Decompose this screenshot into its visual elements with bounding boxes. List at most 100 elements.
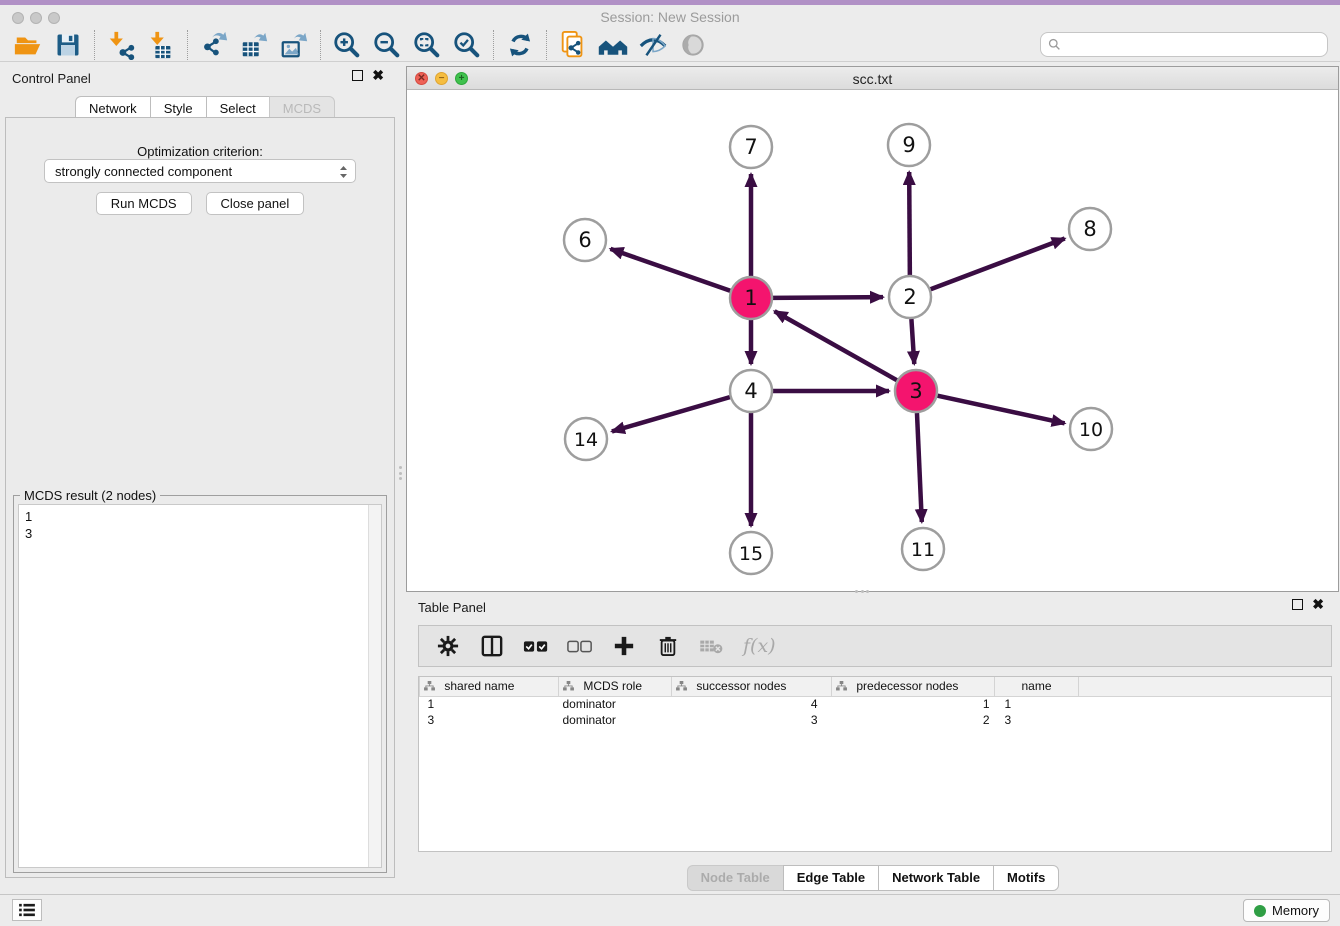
network-window-titlebar[interactable]: ✕ − + scc.txt bbox=[407, 67, 1338, 90]
table-cell[interactable]: 2 bbox=[832, 712, 995, 728]
network-view-window: ✕ − + scc.txt 7968124314101511 bbox=[406, 66, 1339, 592]
clone-network-button[interactable] bbox=[553, 30, 593, 60]
close-panel-icon[interactable]: ✖ bbox=[372, 70, 384, 81]
zoom-in-button[interactable] bbox=[327, 30, 367, 60]
tab-node-table[interactable]: Node Table bbox=[687, 865, 783, 891]
graph-node-label-10: 10 bbox=[1079, 419, 1103, 441]
gear-icon bbox=[437, 635, 459, 657]
tab-network-table[interactable]: Network Table bbox=[878, 865, 993, 891]
table-cell[interactable]: 1 bbox=[420, 696, 559, 712]
home-button[interactable] bbox=[593, 30, 633, 60]
table-panel-title: Table Panel bbox=[418, 600, 486, 615]
table-cell[interactable]: dominator bbox=[559, 712, 672, 728]
column-header-name[interactable]: name bbox=[995, 677, 1079, 696]
split-view-button[interactable] bbox=[479, 633, 505, 659]
delete-table-button[interactable] bbox=[699, 633, 725, 659]
import-table-icon bbox=[146, 30, 176, 60]
toolbar-separator bbox=[320, 30, 321, 60]
table-cell[interactable]: 3 bbox=[420, 712, 559, 728]
close-panel-button[interactable]: Close panel bbox=[206, 192, 305, 215]
result-scrollbar[interactable] bbox=[368, 505, 381, 867]
add-column-button[interactable] bbox=[611, 633, 637, 659]
appearance-button[interactable] bbox=[673, 30, 713, 60]
graph-edge-2-3[interactable] bbox=[911, 319, 914, 364]
sphere-icon bbox=[679, 31, 707, 59]
table-row-1[interactable]: 3dominator323 bbox=[420, 712, 1333, 728]
column-header-mcds-role[interactable]: MCDS role bbox=[559, 677, 672, 696]
deselect-all-icon bbox=[567, 638, 593, 654]
import-network-button[interactable] bbox=[101, 30, 141, 60]
zoom-fit-button[interactable] bbox=[407, 30, 447, 60]
column-header-successor-nodes[interactable]: successor nodes bbox=[672, 677, 832, 696]
export-table-button[interactable] bbox=[234, 30, 274, 60]
column-header-predecessor-nodes[interactable]: predecessor nodes bbox=[832, 677, 995, 696]
import-network-icon bbox=[106, 30, 136, 60]
graph-node-label-11: 11 bbox=[911, 539, 935, 561]
table-cell[interactable]: dominator bbox=[559, 696, 672, 712]
search-input[interactable] bbox=[1066, 37, 1327, 52]
close-table-panel-icon[interactable]: ✖ bbox=[1312, 599, 1324, 610]
graph-edge-4-14[interactable] bbox=[612, 397, 730, 431]
list-icon bbox=[18, 903, 36, 917]
import-table-button[interactable] bbox=[141, 30, 181, 60]
graph-edge-2-9[interactable] bbox=[909, 172, 910, 275]
deselect-all-button[interactable] bbox=[567, 633, 593, 659]
node-table[interactable]: shared name MCDS role successor nodes pr… bbox=[418, 676, 1332, 852]
delete-button[interactable] bbox=[655, 633, 681, 659]
task-history-button[interactable] bbox=[12, 899, 42, 921]
table-toolbar: f(x) bbox=[418, 625, 1332, 667]
toolbar-separator bbox=[187, 30, 188, 60]
table-panel-tabs: Node Table Edge Table Network Table Moti… bbox=[406, 865, 1340, 891]
open-session-button[interactable] bbox=[8, 30, 48, 60]
export-network-button[interactable] bbox=[194, 30, 234, 60]
node-table-body: 1dominator4113dominator323 bbox=[420, 696, 1333, 728]
tab-motifs[interactable]: Motifs bbox=[993, 865, 1059, 891]
clone-network-icon bbox=[558, 30, 588, 60]
mcds-result-box[interactable]: 1 3 bbox=[18, 504, 382, 868]
select-all-button[interactable] bbox=[523, 633, 549, 659]
graph-edge-1-6[interactable] bbox=[610, 249, 730, 291]
criterion-dropdown[interactable]: strongly connected component bbox=[44, 159, 356, 183]
memory-button[interactable]: Memory bbox=[1243, 899, 1330, 922]
graph-edge-2-8[interactable] bbox=[931, 239, 1065, 290]
graph-edge-3-10[interactable] bbox=[937, 396, 1064, 424]
table-cell[interactable]: 4 bbox=[672, 696, 832, 712]
zoom-out-icon bbox=[372, 30, 402, 60]
table-settings-button[interactable] bbox=[435, 633, 461, 659]
export-table-icon bbox=[239, 30, 269, 60]
criterion-value: strongly connected component bbox=[55, 164, 232, 179]
graph-node-label-8: 8 bbox=[1083, 217, 1096, 241]
graph-edge-1-2[interactable] bbox=[773, 297, 883, 298]
function-builder-button[interactable]: f(x) bbox=[743, 633, 776, 659]
window-title: Session: New Session bbox=[0, 9, 1340, 25]
hide-button[interactable] bbox=[633, 30, 673, 60]
table-cell[interactable]: 1 bbox=[995, 696, 1079, 712]
zoom-selected-button[interactable] bbox=[447, 30, 487, 60]
table-cell[interactable]: 3 bbox=[995, 712, 1079, 728]
graph-edge-3-11[interactable] bbox=[917, 413, 922, 522]
graph-node-label-1: 1 bbox=[744, 286, 757, 310]
export-image-button[interactable] bbox=[274, 30, 314, 60]
vertical-splitter-handle[interactable] bbox=[399, 466, 403, 480]
search-field[interactable] bbox=[1040, 32, 1328, 57]
run-mcds-button[interactable]: Run MCDS bbox=[96, 192, 192, 215]
trash-icon bbox=[658, 635, 678, 657]
float-table-panel-icon[interactable] bbox=[1292, 599, 1303, 610]
column-header-shared-name[interactable]: shared name bbox=[420, 677, 559, 696]
statusbar: Memory bbox=[0, 894, 1340, 926]
horizontal-splitter-handle[interactable] bbox=[855, 590, 869, 594]
graph-node-label-2: 2 bbox=[903, 285, 916, 309]
graph-node-label-4: 4 bbox=[744, 379, 757, 403]
graph-edge-3-1[interactable] bbox=[775, 311, 897, 380]
float-panel-icon[interactable] bbox=[352, 70, 363, 81]
mcds-result-title: MCDS result (2 nodes) bbox=[20, 488, 160, 503]
table-cell[interactable]: 3 bbox=[672, 712, 832, 728]
zoom-out-button[interactable] bbox=[367, 30, 407, 60]
table-cell[interactable]: 1 bbox=[832, 696, 995, 712]
refresh-icon bbox=[506, 31, 534, 59]
network-canvas-svg[interactable]: 7968124314101511 bbox=[407, 90, 1338, 591]
save-session-button[interactable] bbox=[48, 30, 88, 60]
tab-edge-table[interactable]: Edge Table bbox=[783, 865, 878, 891]
table-row-0[interactable]: 1dominator411 bbox=[420, 696, 1333, 712]
refresh-button[interactable] bbox=[500, 30, 540, 60]
